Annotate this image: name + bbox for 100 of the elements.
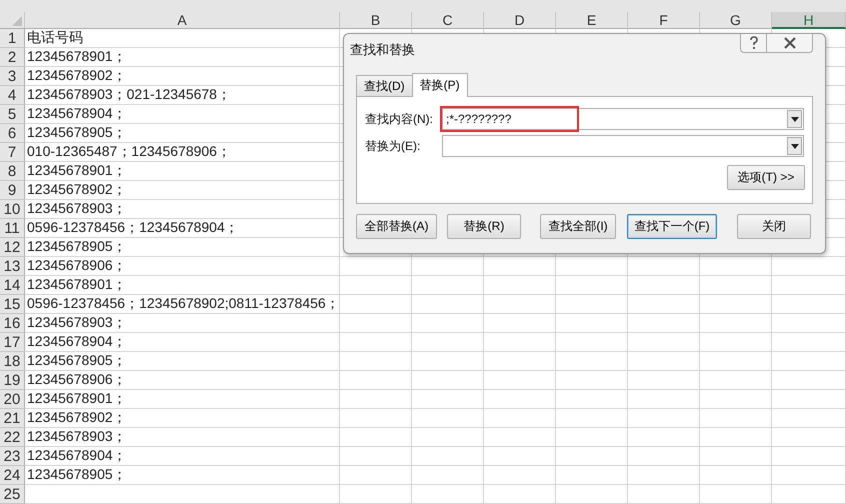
- column-header[interactable]: F: [628, 12, 700, 29]
- table-cell: [412, 371, 484, 390]
- row-number[interactable]: 13: [0, 257, 25, 276]
- table-cell: [412, 295, 484, 314]
- row-number[interactable]: 25: [0, 485, 25, 504]
- row-number[interactable]: 22: [0, 428, 25, 447]
- column-header[interactable]: H: [772, 12, 846, 29]
- dialog-button[interactable]: 查找全部(I): [540, 214, 616, 239]
- row-number[interactable]: 11: [0, 219, 25, 238]
- row-number[interactable]: 21: [0, 409, 25, 428]
- table-cell: 12345678901；: [25, 390, 340, 409]
- row-number[interactable]: 24: [0, 466, 25, 485]
- table-cell: [700, 428, 772, 447]
- table-cell: [412, 428, 484, 447]
- table-cell: [556, 371, 628, 390]
- table-cell: [700, 257, 772, 276]
- table-cell: 12345678903；: [25, 200, 340, 219]
- row-number[interactable]: 7: [0, 143, 25, 162]
- table-cell: [340, 276, 412, 295]
- table-cell: 12345678906；: [25, 257, 340, 276]
- table-cell: [628, 485, 700, 504]
- row-number[interactable]: 19: [0, 371, 25, 390]
- table-cell: [412, 447, 484, 466]
- table-cell: 12345678906；: [25, 371, 340, 390]
- row-number[interactable]: 12: [0, 238, 25, 257]
- table-cell: [340, 428, 412, 447]
- row-number[interactable]: 1: [0, 29, 25, 48]
- row-number[interactable]: 16: [0, 314, 25, 333]
- dialog-tab[interactable]: 替换(P): [412, 73, 468, 97]
- row-number[interactable]: 23: [0, 447, 25, 466]
- table-cell: [484, 314, 556, 333]
- field-label: 替换为(E):: [365, 138, 422, 154]
- table-cell: [556, 333, 628, 352]
- row-number[interactable]: 8: [0, 162, 25, 181]
- row-number[interactable]: 6: [0, 124, 25, 143]
- table-cell: 010-12365487；12345678906；: [25, 143, 340, 162]
- column-header[interactable]: E: [556, 12, 628, 29]
- column-header[interactable]: A: [25, 12, 340, 29]
- dialog-button[interactable]: 全部替换(A): [356, 214, 437, 239]
- table-cell: [700, 485, 772, 504]
- table-cell: [700, 447, 772, 466]
- table-cell: [412, 485, 484, 504]
- row-number[interactable]: 9: [0, 181, 25, 200]
- table-cell: [484, 390, 556, 409]
- row-number[interactable]: 18: [0, 352, 25, 371]
- dialog-button[interactable]: 替换(R): [447, 214, 521, 239]
- row-number[interactable]: 17: [0, 333, 25, 352]
- help-button[interactable]: [740, 34, 767, 53]
- table-cell: [628, 371, 700, 390]
- column-header[interactable]: D: [484, 12, 556, 29]
- column-header[interactable]: G: [700, 12, 772, 29]
- combo-field[interactable]: ;*-????????: [442, 108, 804, 130]
- corner-triangle-icon: [12, 16, 22, 26]
- column-header[interactable]: C: [412, 12, 484, 29]
- combo-field[interactable]: [442, 135, 804, 157]
- table-cell: 12345678904；: [25, 333, 340, 352]
- table-cell: 12345678904；: [25, 105, 340, 124]
- table-cell: [484, 409, 556, 428]
- table-cell: [628, 466, 700, 485]
- row-number[interactable]: 20: [0, 390, 25, 409]
- column-header[interactable]: B: [340, 12, 412, 29]
- table-cell: 0596-12378456；12345678902;0811-12378456；: [25, 295, 340, 314]
- dialog-button[interactable]: 关闭: [737, 214, 811, 239]
- table-cell: 12345678904；: [25, 447, 340, 466]
- table-cell: 12345678903；021-12345678；: [25, 86, 340, 105]
- table-cell: 12345678902；: [25, 409, 340, 428]
- table-cell: 12345678905；: [25, 124, 340, 143]
- table-cell: [628, 333, 700, 352]
- table-cell: 12345678901；: [25, 48, 340, 67]
- table-cell: [700, 409, 772, 428]
- row-number[interactable]: 15: [0, 295, 25, 314]
- table-cell: 12345678903；: [25, 314, 340, 333]
- table-cell: [556, 276, 628, 295]
- table-cell: [340, 295, 412, 314]
- table-cell: [484, 447, 556, 466]
- table-cell: [628, 276, 700, 295]
- row-number[interactable]: 10: [0, 200, 25, 219]
- row-number[interactable]: 3: [0, 67, 25, 86]
- dialog-title: 查找和替换: [350, 41, 415, 59]
- table-cell: 12345678901；: [25, 276, 340, 295]
- row-number[interactable]: 5: [0, 105, 25, 124]
- dialog-tab[interactable]: 查找(D): [356, 75, 413, 96]
- table-cell: [700, 333, 772, 352]
- dialog-button[interactable]: 查找下一个(F): [627, 214, 717, 239]
- row-number[interactable]: 14: [0, 276, 25, 295]
- table-cell: 电话号码: [25, 29, 340, 48]
- table-cell: [628, 257, 700, 276]
- options-button[interactable]: 选项(T) >>: [727, 165, 805, 190]
- table-cell: [628, 314, 700, 333]
- table-cell: [700, 314, 772, 333]
- table-cell: [340, 257, 412, 276]
- table-cell: [556, 314, 628, 333]
- row-number[interactable]: 4: [0, 86, 25, 105]
- close-button[interactable]: [767, 34, 813, 53]
- table-cell: [484, 466, 556, 485]
- table-cell: 12345678905；: [25, 238, 340, 257]
- table-cell: 12345678901；: [25, 162, 340, 181]
- table-cell: [700, 371, 772, 390]
- table-cell: 12345678903；: [25, 428, 340, 447]
- row-number[interactable]: 2: [0, 48, 25, 67]
